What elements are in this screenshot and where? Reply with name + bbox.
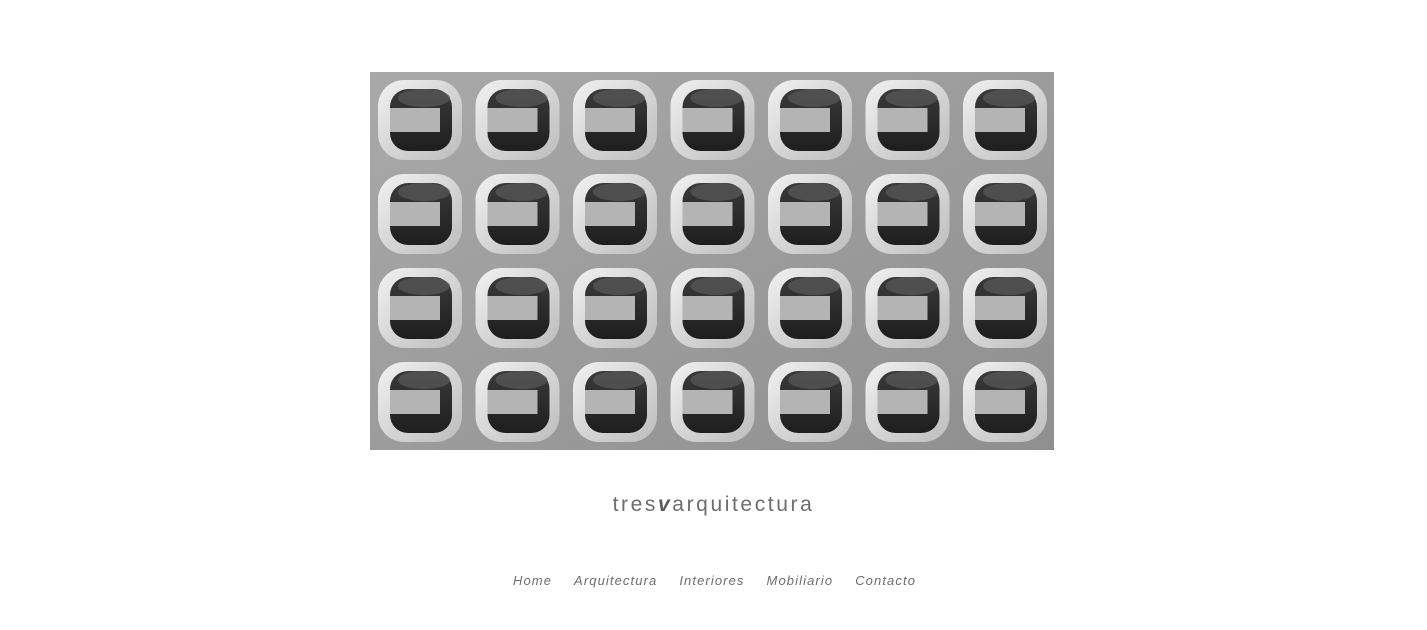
breeze-block-cell [475, 268, 560, 348]
brand-part-v: v [658, 493, 673, 516]
breeze-block-cell [573, 362, 657, 442]
brand-part-tres: tres [612, 493, 659, 516]
breeze-block-cell [475, 80, 560, 160]
brand-logo[interactable]: tresvarquitectura [0, 490, 1427, 520]
breeze-block-cell [865, 268, 950, 348]
breeze-block-cell [573, 174, 657, 254]
breeze-block-cell [865, 80, 950, 160]
breeze-block-cell [378, 174, 462, 254]
breeze-block-cell [768, 174, 852, 254]
breeze-block-cell [963, 268, 1047, 348]
main-navigation: Home Arquitectura Interiores Mobiliario … [0, 571, 1427, 591]
breeze-block-wall-image [370, 72, 1054, 450]
nav-link-contacto[interactable]: Contacto [855, 571, 916, 591]
breeze-block-cell [670, 80, 755, 160]
breeze-block-cell [573, 80, 657, 160]
nav-link-arquitectura[interactable]: Arquitectura [574, 571, 657, 591]
breeze-block-cell [963, 80, 1047, 160]
nav-link-interiores[interactable]: Interiores [679, 571, 744, 591]
breeze-block-cell [475, 174, 560, 254]
breeze-block-cell [963, 362, 1047, 442]
breeze-block-cell [768, 80, 852, 160]
breeze-block-cell [963, 174, 1047, 254]
brand-part-arquitectura: arquitectura [672, 493, 815, 516]
breeze-block-cell [865, 362, 950, 442]
breeze-block-cell [475, 362, 560, 442]
nav-link-mobiliario[interactable]: Mobiliario [767, 571, 834, 591]
breeze-block-cell [378, 268, 462, 348]
breeze-block-cell [670, 362, 755, 442]
breeze-block-cell [670, 174, 755, 254]
nav-link-home[interactable]: Home [513, 571, 552, 591]
breeze-block-cell [573, 268, 657, 348]
breeze-block-cell [378, 362, 462, 442]
breeze-block-cell [378, 80, 462, 160]
breeze-block-cell [768, 268, 852, 348]
breeze-block-cell [768, 362, 852, 442]
breeze-block-cell [865, 174, 950, 254]
hero-photo [370, 72, 1054, 450]
breeze-block-cell [670, 268, 755, 348]
